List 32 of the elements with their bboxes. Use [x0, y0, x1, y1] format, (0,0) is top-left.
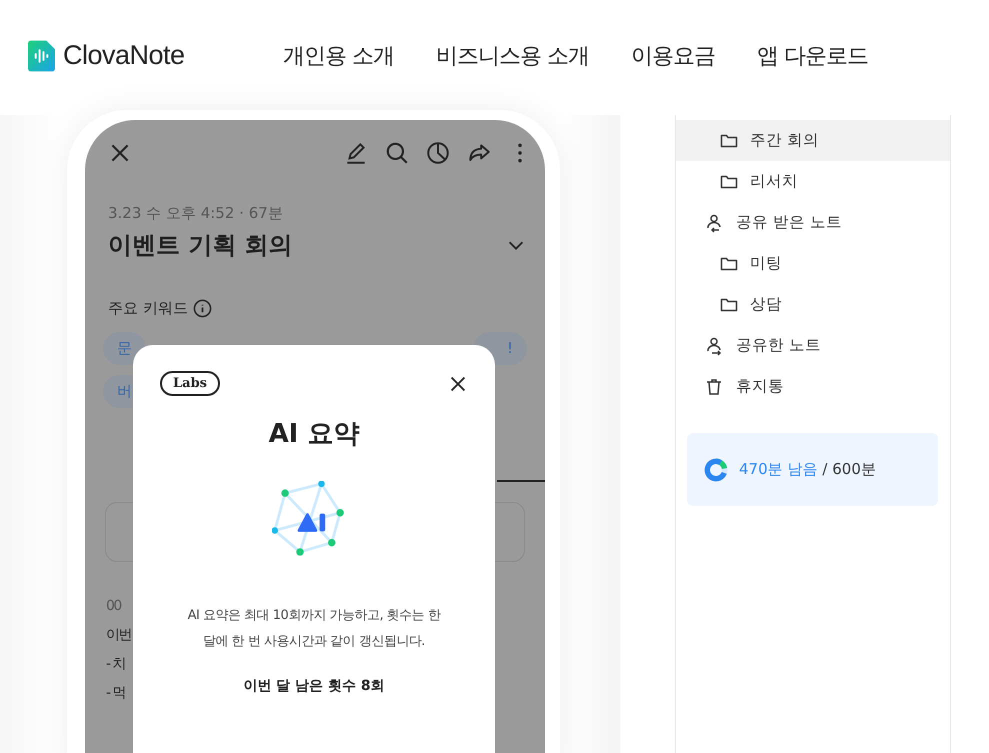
note-meta: 3.23 수 오후 4:52 · 67분: [108, 204, 284, 223]
modal-title: AI 요약: [268, 418, 360, 451]
modal-description: AI 요약은 최대 10회까지 가능하고, 횟수는 한달에 한 번 사용시간과 같이 갱신됩니다.: [186, 607, 442, 651]
sidebar-item[interactable]: 공유 받은 노트: [676, 202, 950, 243]
person-arrow-icon: [704, 336, 724, 356]
pie-chart-icon[interactable]: [425, 140, 451, 166]
logo-icon: [28, 40, 55, 72]
remaining-minutes: 470분 남음: [739, 460, 818, 479]
sidebar-item[interactable]: 휴지통: [676, 366, 950, 407]
sidebar-item[interactable]: 주간 회의: [676, 120, 950, 161]
logo-text[interactable]: ClovaNote: [63, 40, 185, 71]
sidebar-item[interactable]: 미팅: [676, 243, 950, 284]
sidebar-item[interactable]: 공유한 노트: [676, 325, 950, 366]
nav-link[interactable]: 개인용 소개: [283, 40, 394, 70]
transcript-line: 00: [106, 597, 121, 616]
remaining-count: 이번 달 남은 횟수 8회: [243, 677, 385, 695]
info-icon[interactable]: [192, 299, 212, 318]
labs-badge: Labs: [160, 371, 220, 396]
search-icon[interactable]: [384, 140, 410, 166]
sidebar-item[interactable]: 상담: [676, 284, 950, 325]
nav-link[interactable]: 앱 다운로드: [757, 40, 868, 70]
nav-link[interactable]: 비즈니스용 소개: [436, 40, 589, 70]
transcript-line: - 먹: [106, 684, 126, 703]
transcript-line: 이번: [106, 626, 131, 645]
keywords-label: 주요 키워드: [108, 299, 188, 318]
note-title: 이벤트 기획 회의: [108, 230, 293, 261]
transcript-line: - 치: [106, 655, 126, 674]
trash-icon: [704, 376, 724, 396]
total-minutes: / 600분: [822, 460, 876, 479]
nav-link[interactable]: 이용요금: [631, 40, 715, 70]
sidebar-item[interactable]: 리서치: [676, 161, 950, 202]
usage-donut-icon: [703, 456, 729, 482]
